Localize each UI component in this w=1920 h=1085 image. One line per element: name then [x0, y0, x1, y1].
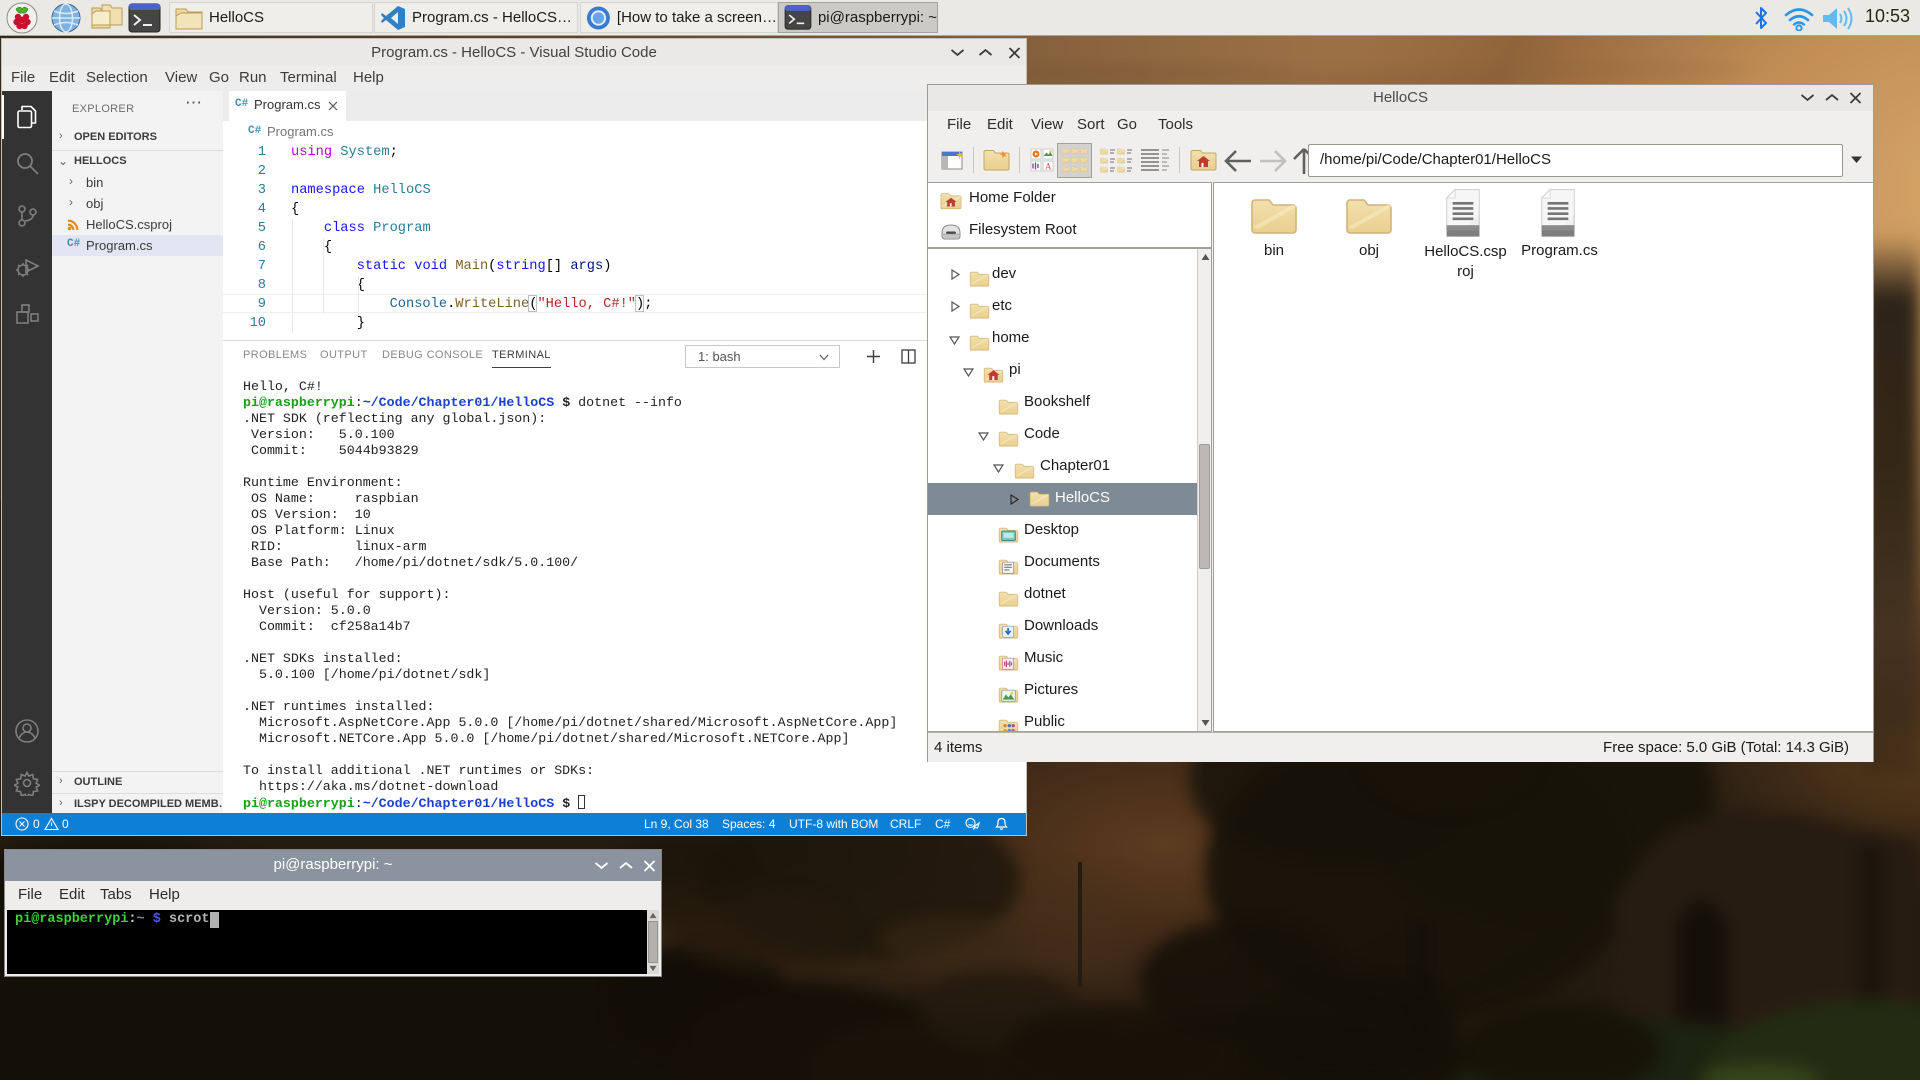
svg-text:A: A [1045, 162, 1052, 172]
